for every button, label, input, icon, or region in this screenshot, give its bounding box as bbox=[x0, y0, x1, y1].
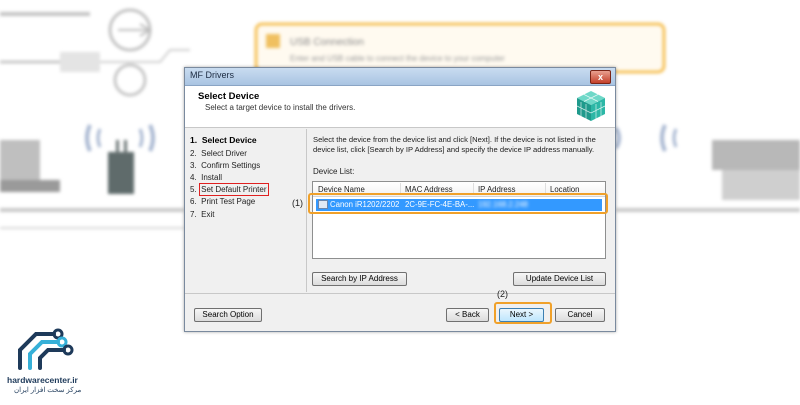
window-title: MF Drivers bbox=[190, 70, 234, 80]
step-number: 1. bbox=[190, 135, 198, 145]
cancel-button[interactable]: Cancel bbox=[555, 308, 605, 322]
step-label: Print Test Page bbox=[201, 197, 256, 206]
callout-1: (1) bbox=[292, 198, 303, 208]
step-select-driver: 2. Select Driver bbox=[190, 149, 247, 158]
search-by-ip-button[interactable]: Search by IP Address bbox=[312, 272, 407, 286]
step-number: 4. bbox=[190, 173, 197, 182]
device-list-label: Device List: bbox=[313, 167, 355, 176]
step-number: 7. bbox=[190, 210, 197, 219]
step-label: Confirm Settings bbox=[201, 161, 261, 170]
step-label: Exit bbox=[201, 210, 215, 219]
update-device-list-button[interactable]: Update Device List bbox=[513, 272, 606, 286]
search-option-button[interactable]: Search Option bbox=[194, 308, 262, 322]
step-number: 5. bbox=[190, 185, 197, 194]
step-label: Select Driver bbox=[201, 149, 247, 158]
step-exit: 7. Exit bbox=[190, 210, 214, 219]
cube-logo-icon bbox=[576, 91, 606, 121]
logo-name: hardwarecenter.ir bbox=[7, 375, 78, 385]
step-set-default-printer: 5. Set Default Printer bbox=[190, 183, 269, 196]
next-button-highlight bbox=[494, 302, 552, 324]
steps-divider bbox=[306, 129, 307, 292]
step-label: Install bbox=[201, 173, 223, 182]
logo-subtitle: مرکز سخت افزار ایران bbox=[14, 387, 82, 394]
close-button[interactable]: x bbox=[590, 70, 611, 84]
wizard-header: Select Device Select a target device to … bbox=[185, 86, 615, 128]
step-number: 3. bbox=[190, 161, 197, 170]
header-subtitle: Select a target device to install the dr… bbox=[205, 103, 356, 112]
footer-divider bbox=[185, 293, 615, 294]
step-confirm-settings: 3. Confirm Settings bbox=[190, 161, 260, 170]
step-number: 6. bbox=[190, 197, 197, 206]
step-select-device: 1. Select Device bbox=[190, 135, 257, 145]
header-title: Select Device bbox=[198, 91, 260, 102]
usb-connection-text: Enter and USB cable to connect the devic… bbox=[290, 54, 505, 63]
step-number: 2. bbox=[190, 149, 197, 158]
circuit-logo-icon bbox=[18, 328, 74, 370]
step-label: Select Device bbox=[201, 135, 257, 145]
hardwarecenter-logo: hardwarecenter.ir مرکز سخت افزار ایران bbox=[6, 324, 82, 396]
usb-connection-title: USB Connection bbox=[290, 37, 364, 48]
step-print-test-page: 6. Print Test Page bbox=[190, 197, 255, 206]
title-bar[interactable]: MF Drivers x bbox=[185, 68, 615, 86]
step-label: Set Default Printer bbox=[199, 183, 269, 196]
callout-2: (2) bbox=[497, 289, 508, 299]
device-row-highlight bbox=[308, 193, 608, 214]
back-button[interactable]: < Back bbox=[446, 308, 489, 322]
instructions-text: Select the device from the device list a… bbox=[313, 135, 596, 154]
step-install: 4. Install bbox=[190, 173, 222, 182]
